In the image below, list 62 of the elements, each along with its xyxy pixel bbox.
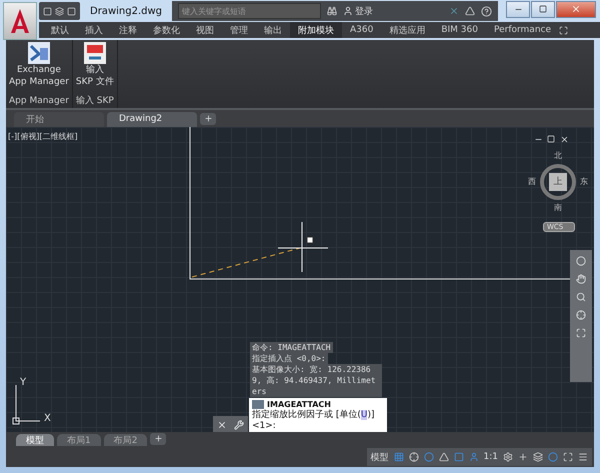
ribbon-tab[interactable]: 管理 <box>222 22 256 38</box>
new-layout-button[interactable] <box>150 432 166 445</box>
compass-label[interactable]: 东 <box>580 176 588 187</box>
ribbon-tab[interactable]: 默认 <box>43 22 77 38</box>
crosshair-cursor <box>278 221 328 272</box>
minimize-button[interactable] <box>506 0 530 18</box>
ribbon-tab[interactable]: 输出 <box>256 22 290 38</box>
new-tab-button[interactable] <box>200 112 216 125</box>
plus-icon[interactable] <box>518 452 528 462</box>
plus-icon <box>204 114 212 124</box>
model-space-button[interactable]: 模型 <box>370 450 389 464</box>
zoom-icon[interactable] <box>576 292 586 302</box>
command-prompt: 指定缩放比例因子或 [单位(U)] <1>: <box>252 410 376 432</box>
compass-ring[interactable] <box>539 162 577 201</box>
panel-title: 输入 SKP <box>76 94 114 108</box>
close-button[interactable] <box>556 0 596 18</box>
ribbon-tab[interactable]: 参数化 <box>145 22 188 38</box>
viewcube-face[interactable]: 上 <box>549 172 567 191</box>
command-name: IMAGEATTACH <box>267 398 331 410</box>
annotation-scale-button[interactable]: 1:1 <box>484 452 498 462</box>
search-field[interactable]: 键入关键字或短语 <box>178 3 321 19</box>
axis-label: X <box>44 412 51 424</box>
viewport-close-icon[interactable] <box>560 134 569 144</box>
compass-label[interactable]: 南 <box>554 202 562 213</box>
ribbon-tab[interactable]: Performance <box>486 22 560 38</box>
close-icon[interactable] <box>216 420 227 430</box>
ribbon-tab[interactable]: A360 <box>342 22 382 38</box>
document-tab[interactable]: 开始 <box>14 112 104 127</box>
triangle-icon[interactable] <box>465 6 475 16</box>
ribbon-button[interactable]: 输入 SKP 文件 <box>76 42 114 94</box>
help-icon[interactable] <box>481 6 492 16</box>
wrench-icon[interactable] <box>234 420 244 430</box>
ribbon-tab[interactable]: 视图 <box>188 22 222 38</box>
ribbon-button[interactable]: Exchange App Manager <box>9 42 69 94</box>
axis-label: Y <box>20 376 26 388</box>
close-icon <box>571 4 581 14</box>
binoculars-icon[interactable] <box>327 6 337 16</box>
maximize-icon <box>539 5 547 13</box>
layout-tab[interactable]: 模型 <box>16 434 54 446</box>
window-title: Drawing2.dwg <box>89 6 163 16</box>
compass-label[interactable]: 北 <box>554 150 562 161</box>
maximize-button[interactable] <box>531 0 555 18</box>
viewport-label[interactable]: [-][俯视][二维线框] <box>8 130 78 142</box>
viewport-restore-icon[interactable] <box>547 134 555 143</box>
ribbon-tab[interactable]: 精选应用 <box>381 22 434 38</box>
plus-icon <box>154 434 163 444</box>
compass-label[interactable]: 西 <box>528 176 536 187</box>
ribbon-tab[interactable]: BIM 360 <box>433 22 486 38</box>
menu-icon[interactable] <box>578 452 588 462</box>
app-logo-icon <box>9 8 31 34</box>
fullscreen-icon[interactable] <box>563 452 573 462</box>
login-button[interactable]: 登录 <box>343 4 373 18</box>
app-menu-button[interactable] <box>3 2 37 40</box>
document-tab[interactable]: Drawing2 <box>107 112 197 127</box>
ribbon-tab[interactable]: 附加模块 <box>290 22 342 38</box>
ribbon-tab[interactable]: 注释 <box>111 22 145 38</box>
panel-title: App Manager <box>9 94 69 108</box>
settings-icon[interactable] <box>503 452 513 462</box>
ribbon-tab[interactable]: 插入 <box>77 22 111 38</box>
user-icon <box>343 6 353 16</box>
command-icon <box>252 400 264 409</box>
pan-icon[interactable] <box>576 274 586 284</box>
